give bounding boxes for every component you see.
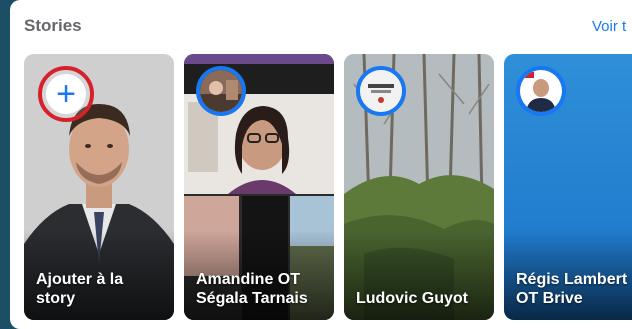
see-all-link[interactable]: Voir t (592, 18, 626, 35)
story-label: Ajouter à la story (36, 271, 124, 307)
add-story-button[interactable]: + (38, 66, 94, 122)
stories-title: Stories (24, 16, 82, 35)
story-card-regis[interactable]: Régis Lambert OT Brive (504, 54, 632, 320)
story-card-amandine[interactable]: Amandine OT Ségala Tarnais (184, 54, 334, 320)
story-label: Régis Lambert OT Brive (516, 271, 628, 307)
story-label: Ludovic Guyot (356, 290, 468, 307)
avatar-photo-icon (520, 70, 562, 112)
avatar-photo-icon (200, 70, 242, 112)
create-story-card[interactable]: + Ajouter à la story (24, 54, 174, 320)
story-card-ludovic[interactable]: Ludovic Guyot (344, 54, 494, 320)
stories-panel: Stories Voir t + Ajouter à la story Aman… (10, 0, 632, 329)
avatar (356, 66, 406, 116)
plus-icon: + (46, 74, 86, 114)
story-label: Amandine OT Ségala Tarnais (196, 271, 308, 307)
avatar (516, 66, 566, 116)
avatar (196, 66, 246, 116)
avatar-logo-icon (360, 70, 402, 112)
